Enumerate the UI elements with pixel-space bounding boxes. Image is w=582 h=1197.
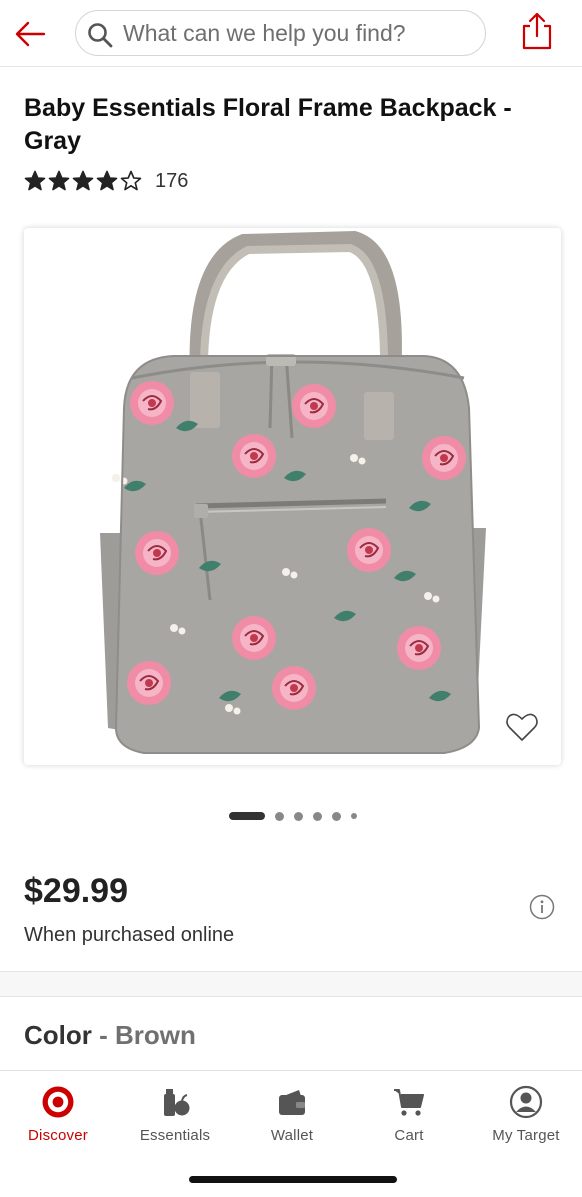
- home-indicator: [189, 1176, 397, 1183]
- arrow-left-icon[interactable]: [12, 16, 48, 52]
- info-icon[interactable]: [529, 894, 555, 920]
- price-note: When purchased online: [24, 924, 235, 946]
- product-image-card[interactable]: [24, 228, 561, 765]
- target-logo-icon: [42, 1086, 74, 1118]
- color-label: Color: [24, 1020, 92, 1050]
- star-filled-icon: [96, 170, 118, 191]
- section-divider: [0, 971, 582, 997]
- star-filled-icon: [72, 170, 94, 191]
- product-title: Baby Essentials Floral Frame Backpack - …: [24, 94, 512, 155]
- carousel-dot[interactable]: [294, 811, 303, 821]
- image-carousel-indicator[interactable]: [229, 810, 367, 822]
- tab-discover[interactable]: Discover: [0, 1081, 116, 1161]
- rating-stars: [24, 170, 142, 192]
- tab-label: Wallet: [270, 1127, 314, 1144]
- carousel-dot[interactable]: [332, 811, 341, 821]
- heart-icon[interactable]: [505, 711, 539, 743]
- tab-cart[interactable]: Cart: [351, 1081, 467, 1161]
- tab-my-target[interactable]: My Target: [468, 1081, 582, 1161]
- wallet-icon: [279, 1090, 305, 1115]
- tab-wallet[interactable]: Wallet: [234, 1081, 350, 1161]
- product-image[interactable]: [24, 228, 561, 765]
- carousel-dot-active[interactable]: [229, 812, 265, 820]
- search-icon: [88, 23, 113, 48]
- tab-label: My Target: [492, 1127, 560, 1144]
- star-empty-icon: [120, 170, 142, 191]
- color-selector-label: Color - Brown: [24, 1020, 196, 1051]
- star-filled-icon: [48, 170, 70, 191]
- tab-label: Essentials: [139, 1127, 211, 1144]
- account-icon: [509, 1085, 543, 1119]
- carousel-dot[interactable]: [313, 811, 322, 821]
- tab-label: Discover: [28, 1127, 88, 1144]
- search-bar[interactable]: [75, 10, 486, 56]
- star-filled-icon: [24, 170, 46, 191]
- product-rating[interactable]: 176: [24, 168, 188, 194]
- search-input[interactable]: [123, 17, 473, 49]
- cart-icon: [394, 1089, 424, 1116]
- top-bar: [0, 0, 582, 67]
- carousel-dot[interactable]: [275, 811, 284, 821]
- tab-essentials[interactable]: Essentials: [117, 1081, 233, 1161]
- carousel-dot[interactable]: [351, 813, 357, 819]
- color-value: Brown: [115, 1020, 196, 1050]
- share-icon[interactable]: [520, 12, 554, 50]
- product-price: $29.99: [24, 872, 128, 910]
- color-separator: -: [99, 1020, 108, 1050]
- rating-count: 176: [155, 169, 189, 192]
- tab-label: Cart: [394, 1127, 424, 1144]
- essentials-icon: [164, 1089, 190, 1116]
